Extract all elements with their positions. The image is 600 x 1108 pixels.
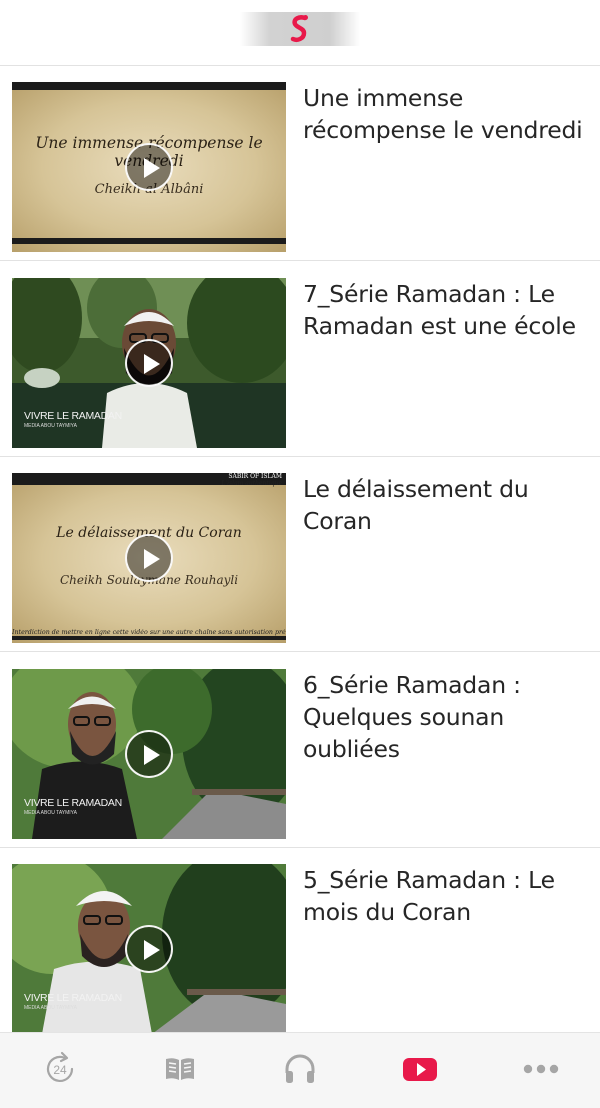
book-icon bbox=[166, 1058, 194, 1080]
video-item[interactable]: VIVRE LE RAMADAN MEDIA ABOU TAYMIYA 5_Sé… bbox=[0, 848, 600, 1032]
thumbnail-top-bar bbox=[12, 82, 286, 90]
play-icon[interactable] bbox=[125, 143, 173, 191]
thumbnail-caption: VIVRE LE RAMADAN MEDIA ABOU TAYMIYA bbox=[24, 797, 122, 816]
headphones-icon bbox=[285, 1054, 315, 1083]
play-icon[interactable] bbox=[125, 534, 173, 582]
video-title[interactable]: Le délaissement du Coran bbox=[303, 473, 600, 537]
tab-more[interactable] bbox=[480, 1033, 600, 1108]
tab-videos[interactable] bbox=[360, 1033, 480, 1108]
video-item[interactable]: Une immense récompense le vendredi Cheik… bbox=[0, 66, 600, 261]
thumbnail-caption: VIVRE LE RAMADAN MEDIA ABOU TAYMIYA bbox=[24, 992, 122, 1011]
app-header bbox=[0, 0, 600, 66]
thumbnail-brand: SABIR OF ISLAM L'islam authentique bbox=[221, 473, 282, 487]
thumbnail-caption: VIVRE LE RAMADAN MEDIA ABOU TAYMIYA bbox=[24, 410, 122, 429]
tab-library[interactable] bbox=[120, 1033, 240, 1108]
tab-audio[interactable] bbox=[240, 1033, 360, 1108]
video-thumbnail[interactable]: VIVRE LE RAMADAN MEDIA ABOU TAYMIYA bbox=[12, 669, 286, 839]
app-logo bbox=[240, 12, 360, 46]
svg-text:24: 24 bbox=[53, 1063, 67, 1077]
thumbnail-top-bar: SABIR OF ISLAM L'islam authentique bbox=[12, 473, 286, 487]
s-logo-icon bbox=[290, 15, 308, 42]
video-item[interactable]: VIVRE LE RAMADAN MEDIA ABOU TAYMIYA 6_Sé… bbox=[0, 653, 600, 848]
video-title[interactable]: 5_Série Ramadan : Le mois du Coran bbox=[303, 864, 600, 928]
play-icon[interactable] bbox=[125, 925, 173, 973]
more-dots-icon bbox=[523, 1064, 559, 1074]
tab-24[interactable]: 24 bbox=[0, 1033, 120, 1108]
video-title[interactable]: Une immense récompense le vendredi bbox=[303, 82, 600, 146]
video-feed[interactable]: Une immense récompense le vendredi Cheik… bbox=[0, 66, 600, 1032]
video-thumbnail[interactable]: VIVRE LE RAMADAN MEDIA ABOU TAYMIYA bbox=[12, 278, 286, 448]
video-thumbnail[interactable]: SABIR OF ISLAM L'islam authentique Le dé… bbox=[12, 473, 286, 643]
thumbnail-notice: Interdiction de mettre en ligne cette vi… bbox=[12, 629, 286, 636]
clock-24-icon: 24 bbox=[46, 1051, 74, 1082]
video-item[interactable]: SABIR OF ISLAM L'islam authentique Le dé… bbox=[0, 457, 600, 652]
video-title[interactable]: 6_Série Ramadan : Quelques sounan oublié… bbox=[303, 669, 600, 765]
play-icon[interactable] bbox=[125, 730, 173, 778]
thumbnail-bottom-bar bbox=[12, 636, 286, 640]
bottom-tab-bar: 24 bbox=[0, 1032, 600, 1108]
thumbnail-bottom-bar bbox=[12, 238, 286, 244]
youtube-icon bbox=[403, 1058, 437, 1081]
video-title[interactable]: 7_Série Ramadan : Le Ramadan est une éco… bbox=[303, 278, 600, 342]
play-icon[interactable] bbox=[125, 339, 173, 387]
video-item[interactable]: VIVRE LE RAMADAN MEDIA ABOU TAYMIYA 7_Sé… bbox=[0, 262, 600, 457]
video-thumbnail[interactable]: VIVRE LE RAMADAN MEDIA ABOU TAYMIYA bbox=[12, 864, 286, 1032]
video-thumbnail[interactable]: Une immense récompense le vendredi Cheik… bbox=[12, 82, 286, 252]
